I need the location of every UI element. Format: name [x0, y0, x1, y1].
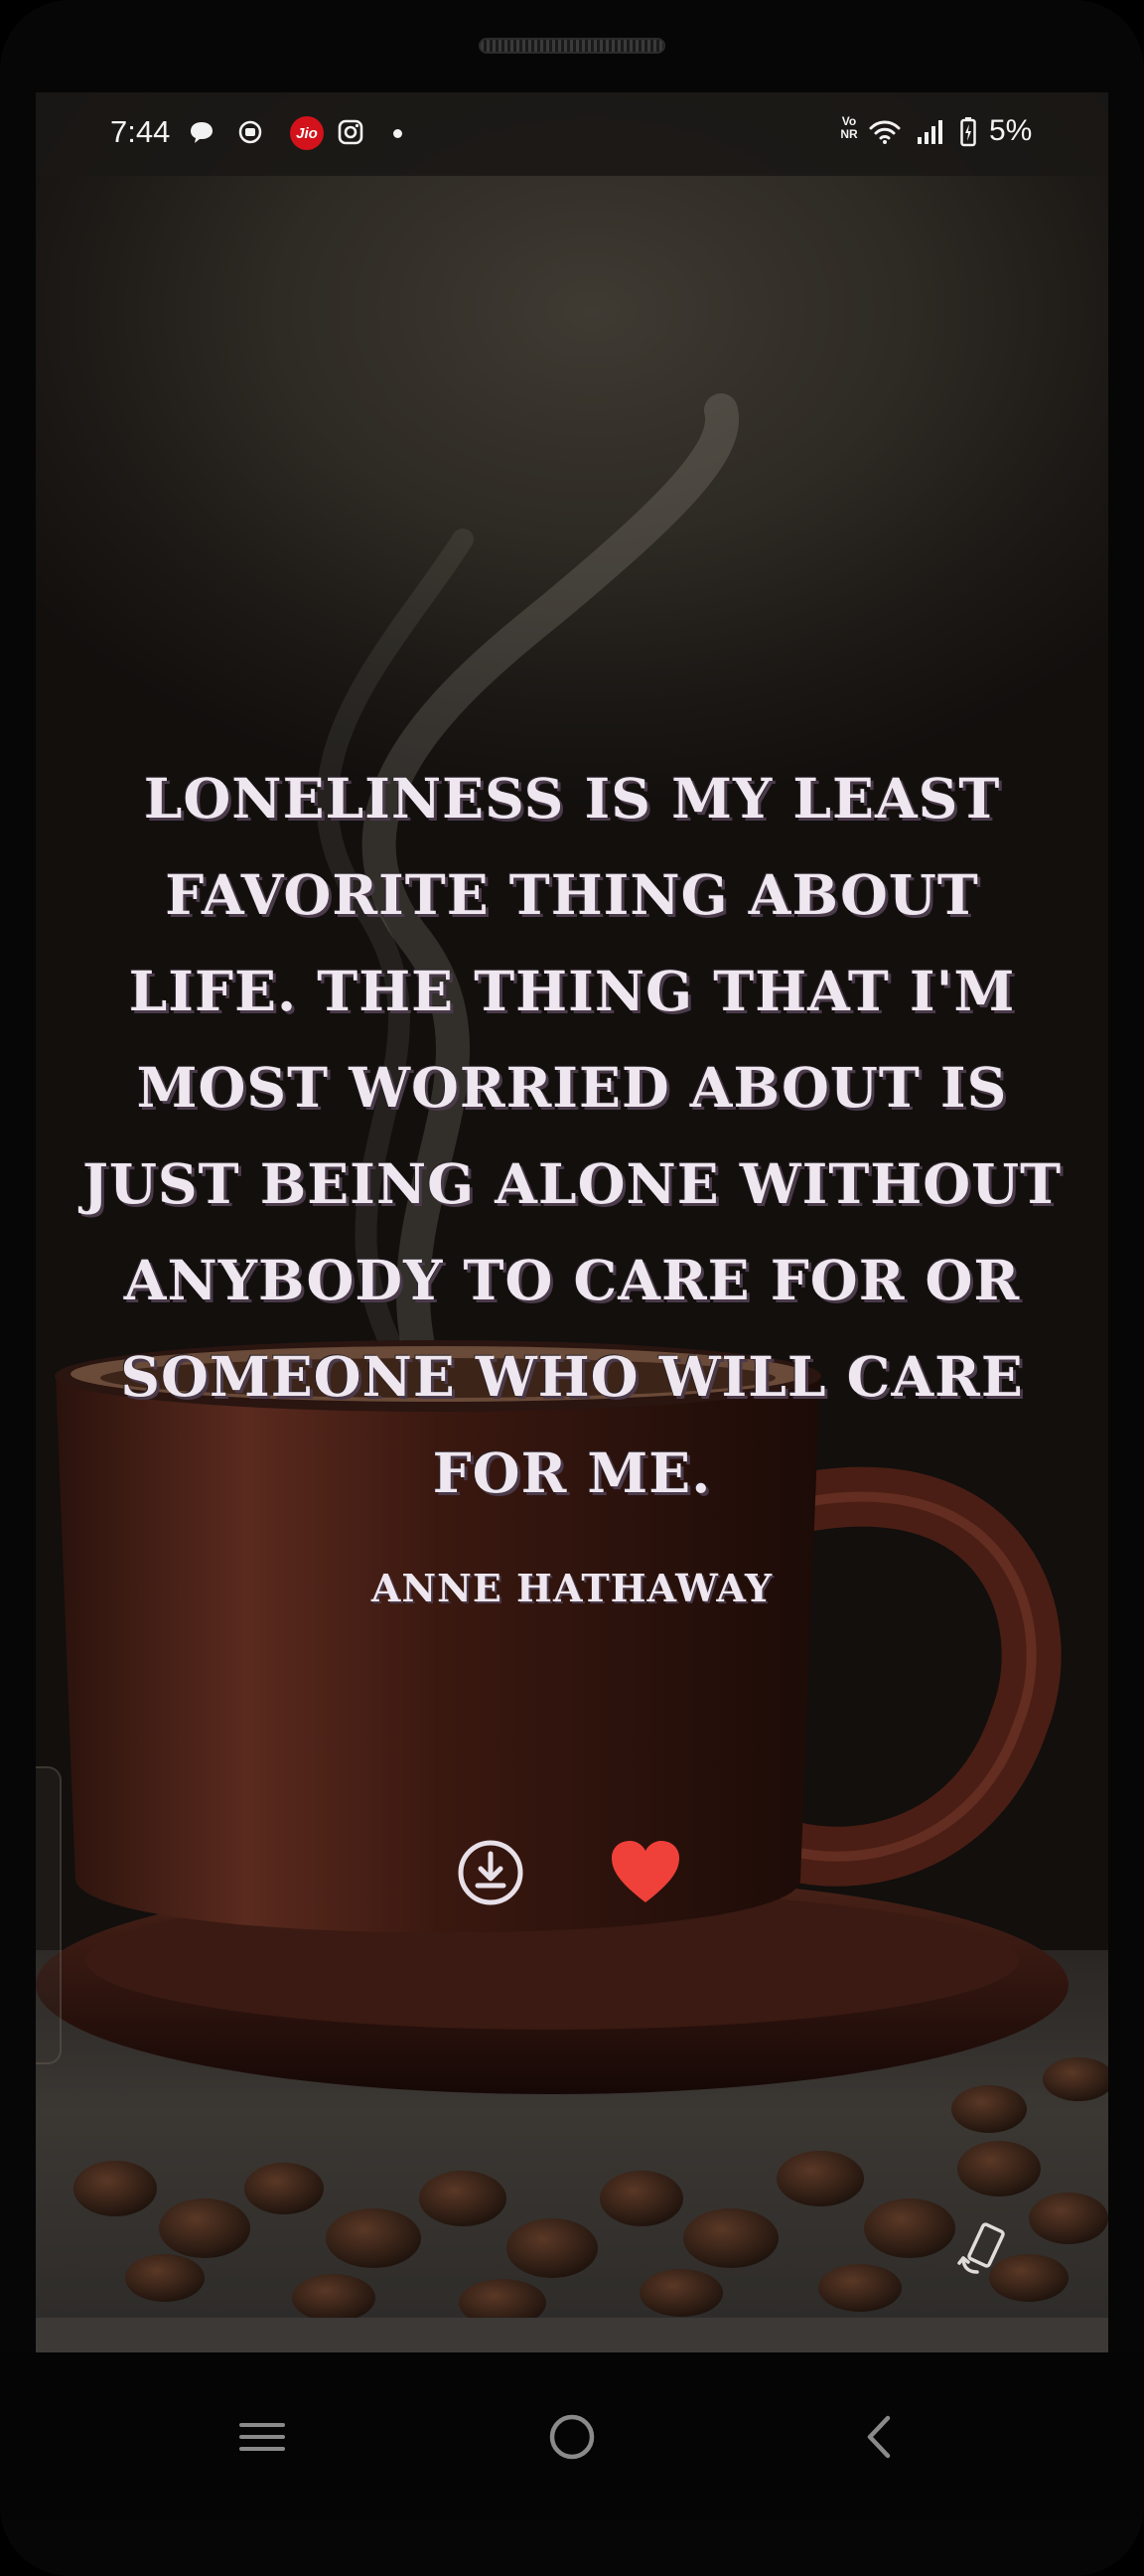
battery-icon — [957, 117, 979, 147]
jio-icon: Jio — [290, 116, 324, 150]
screen: 7:44 Jio Vo NR 5% LONELINESS IS MY LEAST… — [36, 92, 1108, 2352]
status-time: 7:44 — [110, 114, 171, 149]
quote-author: Anne Hathaway — [370, 1566, 774, 1610]
back-button[interactable] — [840, 2402, 920, 2472]
navigation-bar — [0, 2352, 1144, 2521]
notification-dot-icon — [393, 129, 402, 138]
home-icon — [549, 2414, 595, 2460]
quote-text: Loneliness is my least favorite thing ab… — [81, 766, 1063, 1505]
like-button[interactable] — [610, 1839, 681, 1906]
home-button[interactable] — [532, 2402, 612, 2472]
instagram-icon — [336, 117, 365, 147]
rotate-screen-icon — [957, 2222, 1005, 2274]
recents-icon — [239, 2423, 285, 2451]
phone-frame: 7:44 Jio Vo NR 5% LONELINESS IS MY LEAST… — [0, 0, 1144, 2576]
media-icon — [235, 117, 265, 147]
volte-bottom-label: NR — [840, 127, 858, 141]
wifi-icon — [868, 117, 902, 147]
volte-icon: Vo NR — [836, 115, 862, 141]
battery-percent: 5% — [989, 114, 1033, 147]
status-bar: 7:44 Jio Vo NR 5% — [36, 92, 1108, 176]
back-icon — [867, 2415, 891, 2459]
speaker-grille — [479, 38, 665, 54]
rotate-screen-button[interactable] — [955, 2218, 1015, 2278]
edge-panel-handle[interactable] — [36, 1766, 62, 2064]
download-icon — [458, 1840, 523, 1905]
download-button[interactable] — [456, 1838, 525, 1907]
chat-bubble-icon — [187, 117, 216, 147]
signal-icon — [914, 117, 947, 147]
recents-button[interactable] — [222, 2402, 302, 2472]
volte-top-label: Vo — [841, 114, 857, 128]
heart-icon — [612, 1841, 679, 1902]
